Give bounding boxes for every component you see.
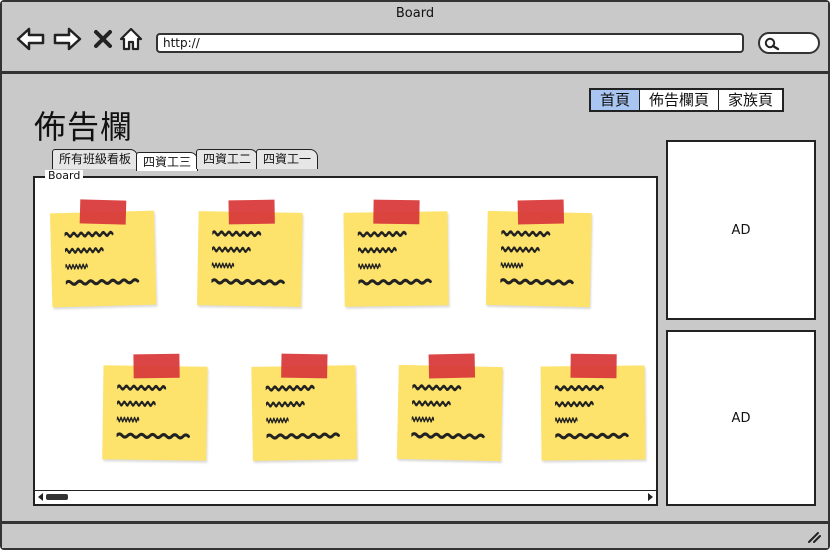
- window-title: Board: [395, 6, 435, 21]
- sticky-note[interactable]: [49, 199, 157, 308]
- search-box[interactable]: [758, 32, 820, 54]
- note-scribble-text: [211, 230, 285, 286]
- class-tabs: 所有班級看板 四資工三 四資工二 四資工一: [52, 147, 319, 171]
- sticky-note[interactable]: [485, 199, 592, 308]
- tape-icon: [228, 199, 275, 225]
- top-navigation: 首頁 佈告欄頁 家族頁: [589, 88, 785, 112]
- tape-icon: [373, 199, 420, 225]
- ad-slot-top[interactable]: AD: [666, 140, 816, 320]
- tab-class-cs1[interactable]: 四資工一: [256, 149, 319, 169]
- sticky-note[interactable]: [102, 353, 208, 461]
- status-bar: [2, 521, 828, 548]
- horizontal-scrollbar[interactable]: [35, 490, 656, 504]
- note-scribble-text: [357, 230, 432, 286]
- page-title: 佈告欄: [34, 108, 134, 146]
- nav-family-page[interactable]: 家族頁: [719, 90, 782, 110]
- url-bar[interactable]: http://: [156, 33, 744, 53]
- browser-window: Board http:// 佈告欄 首頁 佈告欄頁 家族頁 所有班級看板 四資工…: [0, 0, 830, 550]
- resize-grip-icon[interactable]: [806, 530, 822, 544]
- tape-icon: [570, 353, 617, 379]
- back-arrow-icon[interactable]: [16, 24, 46, 54]
- tab-class-cs2[interactable]: 四資工二: [196, 149, 259, 169]
- note-scribble-text: [411, 384, 485, 440]
- sticky-note[interactable]: [197, 199, 303, 307]
- tape-icon: [517, 199, 565, 225]
- scroll-left-icon[interactable]: [36, 492, 46, 502]
- board-panel: Board: [33, 170, 658, 506]
- browser-titlebar: Board http://: [2, 2, 828, 74]
- note-scribble-text: [64, 230, 140, 286]
- close-icon[interactable]: [88, 24, 118, 54]
- sticky-note[interactable]: [343, 199, 449, 307]
- board-legend: Board: [45, 170, 84, 182]
- note-scribble-text: [265, 384, 340, 440]
- nav-home[interactable]: 首頁: [591, 90, 641, 110]
- tape-icon: [79, 199, 127, 225]
- scroll-right-icon[interactable]: [645, 492, 655, 502]
- nav-board-page[interactable]: 佈告欄頁: [640, 90, 720, 110]
- tab-class-cs3[interactable]: 四資工三: [136, 152, 199, 171]
- tab-all-classes[interactable]: 所有班級看板: [52, 149, 139, 169]
- sticky-note[interactable]: [251, 353, 357, 461]
- home-icon[interactable]: [116, 24, 146, 54]
- tape-icon: [428, 353, 476, 379]
- note-scribble-text: [116, 384, 190, 440]
- note-scribble-text: [554, 384, 629, 440]
- note-scribble-text: [500, 230, 574, 286]
- sticky-note[interactable]: [396, 353, 503, 462]
- tape-icon: [133, 353, 180, 379]
- sticky-note[interactable]: [540, 353, 646, 461]
- search-icon: [764, 37, 780, 51]
- tape-icon: [281, 353, 328, 379]
- ad-slot-bottom[interactable]: AD: [666, 330, 816, 506]
- forward-arrow-icon[interactable]: [52, 24, 82, 54]
- scrollbar-thumb[interactable]: [46, 494, 68, 500]
